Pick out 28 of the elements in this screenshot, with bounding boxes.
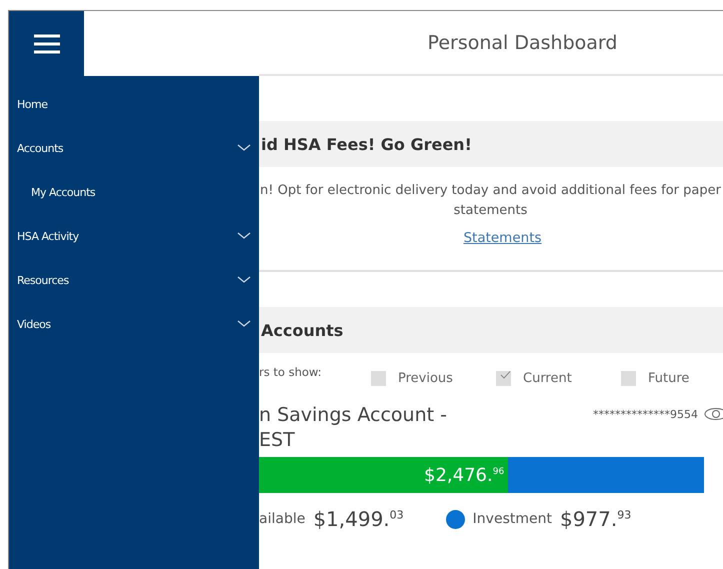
filter-label: rs to show: — [259, 365, 323, 379]
card-title: Accounts — [259, 307, 723, 353]
checkbox[interactable] — [621, 370, 636, 386]
notice-message: n! Opt for electronic delivery today and avoid additional fees for paper statements — [259, 182, 722, 220]
nav-item[interactable]: Accounts — [9, 126, 259, 170]
account-name: n Savings Account - EST — [259, 403, 448, 453]
filter-option[interactable]: Current — [496, 370, 621, 386]
filter-option[interactable]: Future — [621, 370, 723, 386]
legend-amount: $1,499.$^{03}$ — [313, 507, 404, 531]
page-title: Personal Dashboard — [428, 32, 618, 54]
account-number: **************9554 — [593, 408, 698, 420]
checkbox[interactable] — [371, 370, 386, 386]
nav-item[interactable]: Videos — [9, 302, 259, 346]
checkbox[interactable] — [496, 370, 511, 386]
menu-icon — [34, 34, 60, 54]
nav-item[interactable]: My Accounts — [9, 170, 259, 214]
filter-option[interactable]: Previous — [371, 370, 496, 386]
nav-item[interactable]: HSA Activity — [9, 214, 259, 258]
nav-item[interactable]: Home — [9, 82, 259, 126]
statements-link[interactable]: Statements — [463, 230, 542, 246]
legend-label: Investment — [472, 511, 552, 527]
nav-item[interactable]: Resources — [9, 258, 259, 302]
eye-icon[interactable] — [704, 407, 723, 421]
card-title: id HSA Fees! Go Green! — [259, 121, 723, 167]
legend-label: ailable — [259, 511, 306, 527]
menu-button[interactable] — [9, 11, 84, 76]
balance-total: $2,476.$^{96}$ — [424, 464, 504, 486]
legend-amount: $977.$^{93}$ — [560, 507, 632, 531]
